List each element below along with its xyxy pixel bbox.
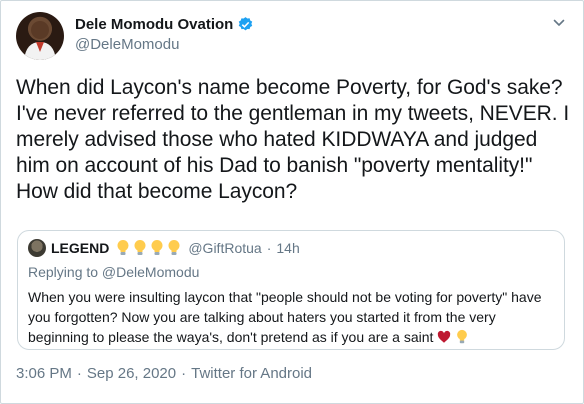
separator-dot: ·	[266, 240, 272, 256]
author-display-name[interactable]: Dele Momodu Ovation	[75, 15, 233, 34]
tweet-card: Dele Momodu Ovation @DeleMomodu When did…	[0, 0, 584, 404]
lightbulb-icon	[151, 240, 163, 255]
tweet-date[interactable]: Sep 26, 2020	[87, 365, 176, 382]
lightbulb-icon	[168, 240, 180, 255]
heart-icon	[438, 330, 451, 343]
replying-to[interactable]: Replying to @DeleMomodu	[28, 264, 199, 280]
avatar-portrait-icon	[24, 21, 56, 60]
quoted-tweet-header: LEGEND @GiftRotua · 14h	[28, 239, 300, 257]
separator-dot: ·	[76, 365, 82, 382]
author-handle[interactable]: @DeleMomodu	[75, 36, 254, 53]
tweet-footer: 3:06 PM · Sep 26, 2020 · Twitter for And…	[16, 365, 312, 382]
author-avatar[interactable]	[16, 12, 64, 60]
quoted-author-name[interactable]: LEGEND	[51, 240, 109, 256]
separator-dot: ·	[181, 365, 187, 382]
quoted-timestamp[interactable]: 14h	[276, 240, 299, 256]
lightbulb-icon	[457, 329, 468, 344]
author-block: Dele Momodu Ovation @DeleMomodu	[75, 15, 254, 53]
quoted-tweet-text-block: When you were insulting laycon that "peo…	[28, 287, 558, 347]
tweet-text: When did Laycon's name become Poverty, f…	[16, 76, 570, 203]
tweet-source[interactable]: Twitter for Android	[191, 365, 312, 382]
quoted-author-handle[interactable]: @GiftRotua	[188, 240, 261, 256]
lightbulb-icon	[134, 240, 146, 255]
name-emoji-group	[116, 239, 181, 257]
quoted-author-avatar[interactable]	[28, 239, 46, 257]
tweet-time[interactable]: 3:06 PM	[16, 365, 72, 382]
lightbulb-icon	[117, 240, 129, 255]
chevron-down-icon[interactable]	[553, 17, 565, 29]
verified-badge-icon	[239, 17, 253, 31]
quoted-tweet[interactable]: LEGEND @GiftRotua · 14h Replying to @Del…	[17, 230, 565, 350]
